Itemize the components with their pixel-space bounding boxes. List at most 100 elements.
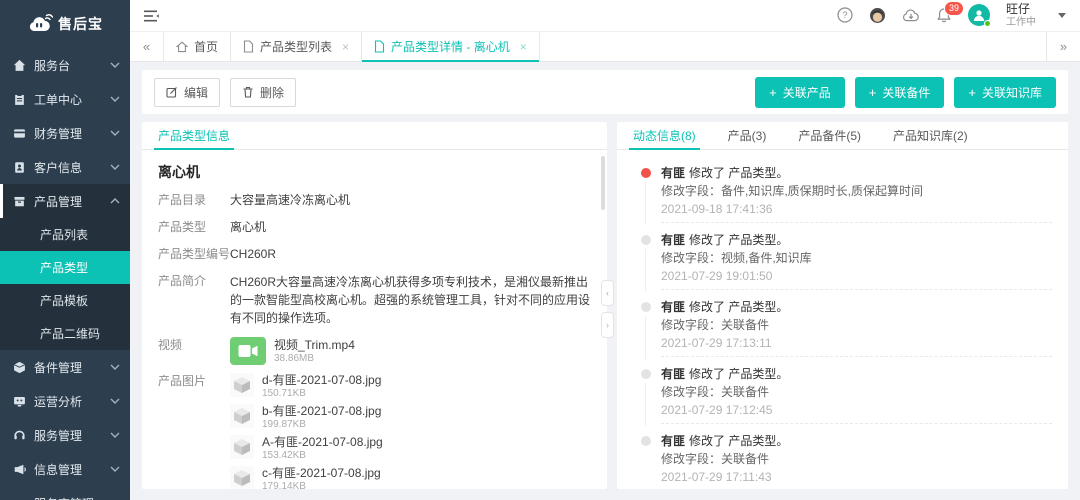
help-icon[interactable]: ? — [837, 7, 853, 23]
product-image-list: d-有匪-2021-07-08.jpg150.71KB b-有匪-2021-07… — [230, 373, 383, 489]
tabs-scroll-right[interactable]: » — [1046, 32, 1080, 61]
user-name: 旺仔 — [1006, 3, 1036, 17]
plus-icon: + — [769, 86, 777, 99]
image-file-row[interactable]: b-有匪-2021-07-08.jpg199.87KB — [230, 404, 383, 431]
timeline-dot — [641, 235, 651, 245]
sidebar-item-finance[interactable]: 财务管理 — [0, 116, 130, 150]
tab-product-parts[interactable]: 产品备件(5) — [798, 122, 861, 149]
product-mgmt-submenu: 产品列表 产品类型 产品模板 产品二维码 — [0, 218, 130, 350]
svg-text:?: ? — [842, 10, 847, 20]
close-icon[interactable]: × — [520, 40, 527, 54]
online-status-dot — [984, 20, 991, 27]
activity-panel-tabs: 动态信息(8) 产品(3) 产品备件(5) 产品知识库(2) — [617, 122, 1068, 150]
product-icon — [12, 194, 26, 208]
tab-activity-feed[interactable]: 动态信息(8) — [633, 122, 696, 149]
panel-scrollbar[interactable] — [601, 156, 605, 210]
sidebar-item-service-desk[interactable]: 服务台 — [0, 48, 130, 82]
activity-panel: 动态信息(8) 产品(3) 产品备件(5) 产品知识库(2) 有匪修改了 产品类… — [617, 122, 1068, 489]
megaphone-icon — [12, 462, 26, 476]
plus-icon: + — [968, 86, 976, 99]
product-type-title: 离心机 — [158, 162, 591, 182]
tab-product-type-list[interactable]: 产品类型列表 × — [231, 32, 362, 61]
image-file-row[interactable]: d-有匪-2021-07-08.jpg150.71KB — [230, 373, 383, 400]
sidebar-item-info-mgmt[interactable]: 信息管理 — [0, 452, 130, 486]
chevron-down-icon — [110, 164, 120, 170]
sidebar-item-product-mgmt[interactable]: 产品管理 — [0, 184, 130, 218]
sidebar-item-customer-info[interactable]: 客户信息 — [0, 150, 130, 184]
chevron-down-icon — [110, 62, 120, 68]
image-thumbnail — [230, 373, 254, 397]
panel-expand-handle[interactable]: › — [601, 312, 614, 338]
edit-button[interactable]: 编辑 — [154, 78, 220, 107]
document-icon — [243, 40, 254, 53]
tab-product-type-detail[interactable]: 产品类型详情 - 离心机 × — [362, 32, 540, 61]
sidebar: 售后宝 服务台 工单中心 财务管理 客户信息 — [0, 0, 130, 500]
video-file[interactable]: 视频_Trim.mp4 38.86MB — [274, 337, 355, 365]
app-window: 售后宝 服务台 工单中心 财务管理 客户信息 — [0, 0, 1080, 500]
detail-panels: 产品类型信息 离心机 产品目录 大容量高速冷冻离心机 产品类型 离心机 — [142, 122, 1068, 489]
tab-product-type-info[interactable]: 产品类型信息 — [158, 122, 230, 149]
info-panel-tabs: 产品类型信息 — [142, 122, 607, 150]
work-order-icon — [12, 92, 26, 106]
assistant-face-icon[interactable] — [869, 7, 886, 24]
chevron-up-icon — [110, 198, 120, 204]
content-area: 编辑 删除 + 关联产品 + 关联备件 + — [130, 62, 1080, 500]
image-file-row[interactable]: A-有匪-2021-07-08.jpg153.42KB — [230, 435, 383, 462]
panel-collapse-handle[interactable]: ‹ — [601, 280, 614, 306]
customer-icon — [12, 160, 26, 174]
tabbar-spacer — [540, 32, 1046, 61]
logo-text: 售后宝 — [58, 14, 103, 34]
detail-toolbar: 编辑 删除 + 关联产品 + 关联备件 + — [142, 70, 1068, 114]
user-info[interactable]: 旺仔 工作中 — [1006, 3, 1036, 28]
timeline-entry: 有匪修改了 产品类型。 修改字段：备件,知识库,质保期时长,质保起算时间 202… — [633, 164, 1052, 223]
field-row: 产品简介 CH260R大容量高速冷冻离心机获得多项专利技术，是湘仪最新推出的一款… — [158, 273, 591, 327]
associate-knowledge-button[interactable]: + 关联知识库 — [954, 77, 1056, 108]
activity-timeline: 有匪修改了 产品类型。 修改字段：备件,知识库,质保期时长,质保起算时间 202… — [617, 150, 1068, 489]
chevron-down-icon — [110, 130, 120, 136]
sidebar-item-service-mgmt[interactable]: 服务管理 — [0, 418, 130, 452]
video-file-icon[interactable] — [230, 337, 266, 365]
tabs-scroll-left[interactable]: « — [130, 32, 164, 61]
notifications-bell-icon[interactable]: 39 — [936, 7, 952, 24]
page-tabbar: « 首页 产品类型列表 × 产品类型详情 - 离心机 × » — [130, 32, 1080, 62]
field-row: 产品类型 离心机 — [158, 219, 591, 236]
timeline-divider — [661, 289, 1052, 290]
tab-home[interactable]: 首页 — [164, 32, 231, 61]
submenu-item-product-template[interactable]: 产品模板 — [0, 284, 130, 317]
tab-products[interactable]: 产品(3) — [728, 122, 767, 149]
timeline-divider — [661, 423, 1052, 424]
chevron-down-icon — [110, 466, 120, 472]
close-icon[interactable]: × — [342, 40, 349, 54]
submenu-item-product-qrcode[interactable]: 产品二维码 — [0, 317, 130, 350]
timeline-dot — [641, 168, 651, 178]
edit-pencil-icon — [166, 86, 178, 98]
app-logo[interactable]: 售后宝 — [0, 0, 130, 48]
sidebar-item-operations-analytics[interactable]: 运营分析 — [0, 384, 130, 418]
user-menu-caret-icon[interactable] — [1058, 13, 1066, 18]
associate-part-button[interactable]: + 关联备件 — [855, 77, 945, 108]
sidebar-item-parts-mgmt[interactable]: 备件管理 — [0, 350, 130, 384]
timeline-entry: 有匪修改了 产品类型。 修改字段：关联备件 2021-07-29 17:11:4… — [633, 432, 1052, 489]
sidebar-item-work-order[interactable]: 工单中心 — [0, 82, 130, 116]
submenu-item-product-type[interactable]: 产品类型 — [0, 251, 130, 284]
field-row: 产品类型编号 CH260R — [158, 246, 591, 263]
timeline-dot — [641, 436, 651, 446]
document-icon — [374, 40, 385, 53]
timeline-dot — [641, 369, 651, 379]
delete-button[interactable]: 删除 — [230, 78, 296, 107]
user-avatar[interactable] — [968, 4, 990, 26]
cloud-download-icon[interactable] — [902, 8, 920, 22]
tab-product-knowledge[interactable]: 产品知识库(2) — [893, 122, 968, 149]
sidebar-menu: 服务台 工单中心 财务管理 客户信息 产品管理 — [0, 48, 130, 500]
image-thumbnail — [230, 466, 254, 489]
timeline-divider — [661, 222, 1052, 223]
collapse-sidebar-icon[interactable] — [144, 10, 160, 22]
submenu-item-product-list[interactable]: 产品列表 — [0, 218, 130, 251]
home-icon — [176, 41, 188, 53]
image-file-row[interactable]: c-有匪-2021-07-08.jpg179.14KB — [230, 466, 383, 489]
timeline-entry: 有匪修改了 产品类型。 修改字段：关联备件 2021-07-29 17:12:4… — [633, 365, 1052, 424]
sidebar-item-provider-mgmt[interactable]: 服务商管理 — [0, 486, 130, 500]
timeline-entry: 有匪修改了 产品类型。 修改字段：关联备件 2021-07-29 17:13:1… — [633, 298, 1052, 357]
associate-product-button[interactable]: + 关联产品 — [755, 77, 845, 108]
finance-icon — [12, 126, 26, 140]
